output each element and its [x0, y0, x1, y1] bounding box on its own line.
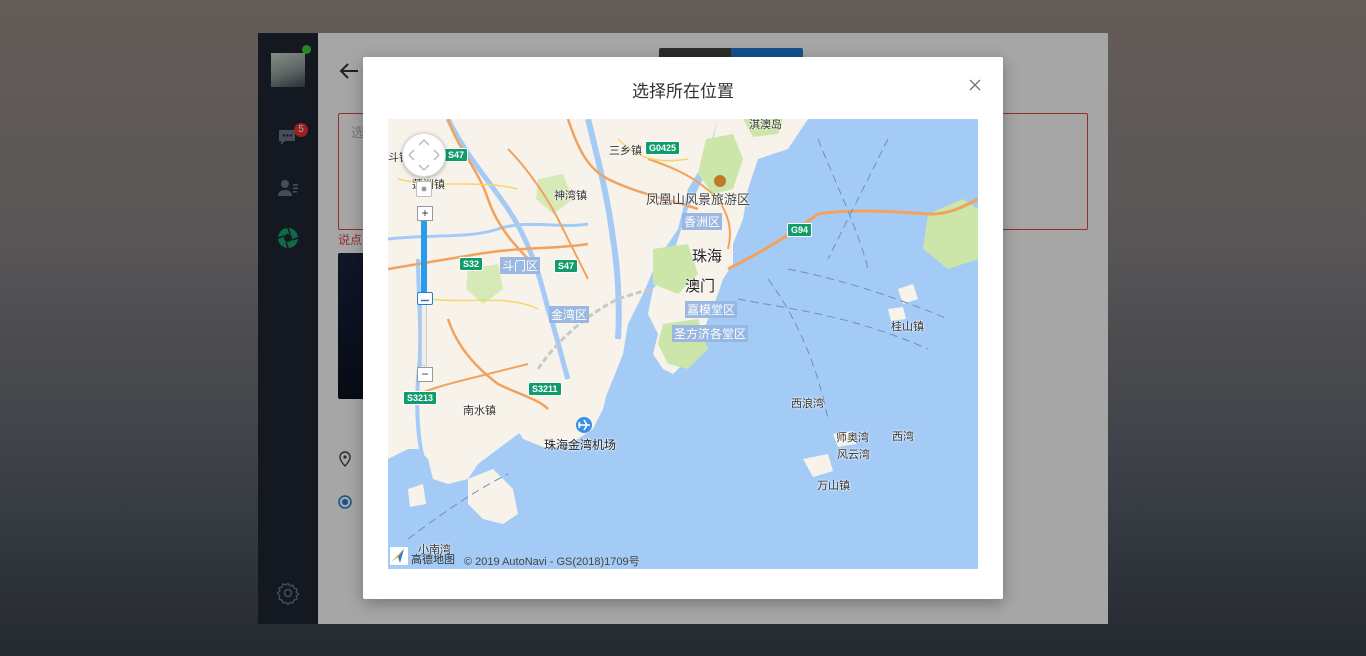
map-view[interactable]: 淇澳岛 斗镇 三乡镇 神湾镇 莲洲镇 凤凰山风景旅游区 香洲区 珠海 斗门区 澳… [388, 119, 978, 569]
shipping-lane-4 [827, 138, 889, 260]
map-label-jinwan: 金湾区 [549, 306, 590, 323]
map-label-fenghuang: 凤凰山风景旅游区 [646, 192, 751, 207]
dialog-title: 选择所在位置 [632, 82, 734, 102]
map-label-xiangzhou: 香洲区 [682, 213, 723, 230]
map-label-qiao: 淇澳岛 [749, 119, 782, 131]
land-island-small3 [408, 484, 426, 507]
locate-icon [421, 186, 427, 192]
zoom-slider-handle[interactable] [417, 292, 433, 305]
map-label-macau: 澳门 [685, 278, 716, 295]
map-label-xiwan: 西湾 [892, 431, 914, 443]
map-label-guishan: 桂山镇 [891, 321, 924, 333]
map-label-xilang: 西浪湾 [791, 398, 824, 410]
amap-logo-icon [390, 547, 408, 565]
road-shield-s3213: S3213 [403, 391, 438, 405]
map-label-jiamo: 嘉模堂区 [685, 301, 738, 318]
map-label-zhuhai: 珠海 [692, 248, 723, 265]
pan-arrows-icon [408, 139, 440, 171]
map-label-fengyun: 风云湾 [837, 449, 870, 461]
map-copyright: © 2019 AutoNavi - GS(2018)1709号 [464, 556, 640, 568]
map-label-airport: 珠海金湾机场 [544, 438, 617, 452]
road-shield-g94: G94 [787, 223, 813, 237]
shipping-lane-2 [787, 268, 949, 320]
map-label-shengfang: 圣方济各堂区 [672, 325, 749, 342]
land-island-wanshan [803, 454, 833, 477]
road-shield-s47-south: S47 [554, 259, 579, 273]
road-shield-g0425: G0425 [645, 141, 681, 155]
land-island-east [923, 199, 978, 269]
location-picker-dialog: 选择所在位置 淇澳岛 斗镇 三乡镇 神湾镇 凤凰山风景旅游区 香洲区 珠海 斗门… [363, 57, 1003, 599]
zoom-slider-fill [421, 220, 427, 293]
map-label-wanshan: 万山镇 [817, 480, 850, 492]
road-shield-s32: S32 [459, 257, 484, 271]
zoom-out-button[interactable]: − [417, 367, 433, 382]
map-label-sanxiang: 三乡镇 [609, 145, 642, 157]
road-shield-s3211: S3211 [528, 382, 562, 396]
zoom-in-button[interactable]: + [417, 206, 433, 221]
shipping-lane-3 [817, 138, 869, 270]
pan-control[interactable] [402, 133, 446, 177]
map-label-shenwan: 神湾镇 [554, 190, 587, 202]
map-logo-text: 高德地图 [411, 554, 455, 566]
map-label-shiaowan: 师奥湾 [836, 432, 869, 444]
map-label-doumen: 斗门区 [500, 257, 541, 274]
road-shield-s47-north: S47 [444, 148, 469, 162]
map-canvas[interactable] [388, 119, 978, 569]
locate-button[interactable] [416, 181, 432, 197]
zoom-handle-grip-icon [421, 299, 429, 302]
land-south-2 [468, 469, 518, 524]
close-icon[interactable] [967, 77, 983, 93]
scenic-marker [714, 175, 726, 187]
map-label-nanshui: 南水镇 [463, 405, 496, 417]
